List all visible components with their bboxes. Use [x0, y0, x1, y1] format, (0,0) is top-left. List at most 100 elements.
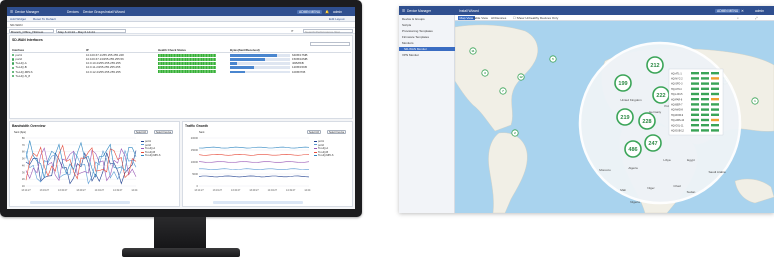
popup-device-name[interactable]: HQ-CHI-4 [671, 88, 682, 91]
bell-icon[interactable]: 🔔 [325, 10, 329, 14]
table-view-tab[interactable]: Table View [473, 16, 488, 20]
sidebar-item-monitors[interactable]: Monitors [402, 41, 414, 45]
device-filter-select[interactable]: All Devices [491, 16, 506, 20]
popup-device-name[interactable]: HQ-SFO-3 [671, 83, 683, 86]
health-indicator [701, 108, 709, 111]
legend-swatch [141, 151, 144, 153]
time-range-slider[interactable] [213, 201, 303, 204]
edit-layout-button[interactable]: Edit Layout [329, 17, 344, 21]
series-line[interactable] [198, 146, 310, 149]
monitor: ☰ Device Manager Devices Device Groups I… [0, 0, 362, 258]
health-indicator [701, 118, 709, 122]
app-title[interactable]: Device Manager [15, 10, 39, 14]
y-tick-label: 0 [197, 184, 199, 188]
health-indicator [711, 108, 719, 111]
legend-swatch [141, 144, 144, 146]
legend-swatch [141, 140, 144, 142]
time-range-slider[interactable] [30, 201, 130, 204]
popup-device-name[interactable]: HQ-MAD-8 [671, 109, 683, 112]
sidebar-item-scripts[interactable]: Scripts [402, 23, 411, 27]
popup-device-name[interactable]: HQ-BER-7 [671, 104, 683, 107]
date-range-picker[interactable]: May 6 13:24 - May 6 14:24 [56, 28, 126, 34]
panel-search-input[interactable] [310, 42, 350, 46]
select-inverse-button[interactable]: Select Inverse [327, 130, 347, 134]
cluster-count: 12 [519, 75, 523, 79]
popup-device-name[interactable]: HQ-NYC-2 [671, 78, 683, 81]
sidebar-item-vpn-monitor[interactable]: VPN Monitor [402, 53, 419, 57]
health-indicator [691, 129, 699, 132]
unhealthy-only-checkbox[interactable]: ☐ Show Unhealthy Devices Only [513, 16, 558, 20]
sidebar-item-sdwan-monitor[interactable]: SD-WAN Monitor [399, 46, 455, 52]
popup-device-name[interactable]: HQ-LON-5 [671, 93, 683, 96]
popup-device-name[interactable]: HQ-DUB-12 [671, 130, 685, 133]
x-tick-label: 14:04:27 [95, 189, 105, 192]
reset-default-button[interactable]: Reset To Default [33, 17, 56, 21]
select-all-button[interactable]: Select All [134, 130, 148, 134]
select-all-button[interactable]: Select All [307, 130, 321, 134]
tab-install-wizard[interactable]: Install Wizard [105, 10, 125, 14]
search-icon[interactable]: ⌕ [737, 16, 739, 20]
popup-device-name[interactable]: HQ-AMS-10 [671, 119, 685, 122]
series-line[interactable] [25, 147, 137, 182]
sidebar-item-devices[interactable]: Device & Groups [402, 17, 425, 21]
popup-device-name[interactable]: HQ-ROM-9 [671, 114, 684, 117]
sidebar-item-provisioning[interactable]: Provisioning Templates [402, 29, 433, 33]
legend-item[interactable]: To-HQ-MPLS [141, 154, 160, 158]
popup-device-name[interactable]: HQ-OSL-11 [671, 124, 684, 127]
x-tick-label: 13:49:27 [76, 189, 86, 192]
health-indicator [701, 98, 709, 101]
menu-icon[interactable]: ☰ [10, 10, 13, 14]
monitor-stand-neck [154, 217, 206, 251]
user-menu[interactable]: admin [755, 9, 764, 13]
x-tick-label: 14:04:27 [268, 189, 278, 192]
search-input[interactable]: Search Performance Stat [303, 28, 353, 34]
user-menu[interactable]: admin [333, 10, 342, 14]
table-row[interactable]: To-HQ-N_8 [12, 74, 351, 78]
health-indicator [691, 77, 699, 80]
place-label: Germany [649, 110, 662, 114]
admin-menu-badge[interactable]: ADMIN MENU [715, 8, 741, 13]
health-indicator [701, 113, 709, 116]
install-wizard-link[interactable]: Install Wizard [459, 9, 479, 13]
place-label: Chad [673, 184, 681, 188]
monitor-bezel: ☰ Device Manager Devices Device Groups I… [0, 0, 362, 217]
legend-label: To-HQ-MPLS [145, 154, 161, 158]
legend-label: port1 [318, 140, 324, 143]
tab-devices[interactable]: Devices [67, 10, 79, 14]
health-indicator [711, 103, 719, 106]
series-line[interactable] [198, 175, 310, 178]
x-tick-label: 14:19:27 [113, 189, 123, 192]
refresh-icon[interactable]: ⟳ [291, 29, 294, 33]
tab-device-groups[interactable]: Device Groups [83, 10, 105, 14]
series-line[interactable] [199, 168, 310, 171]
legend-item[interactable]: To-HQ-MPLS [314, 154, 333, 158]
land-australia [734, 178, 774, 204]
series-line[interactable] [198, 153, 310, 156]
x-tick-label: 14:19:27 [286, 189, 296, 192]
app-title[interactable]: Device Manager [407, 9, 431, 13]
cluster-count: 11 [471, 49, 475, 53]
bytes-bar-fill [230, 62, 238, 65]
device-select[interactable]: Branch_Office_Hillcrest [9, 28, 54, 34]
place-label: Niger [647, 186, 654, 190]
sidebar: Device & Groups Scripts Provisioning Tem… [399, 15, 455, 213]
sidebar-item-firmware[interactable]: Firmware Templates [402, 35, 429, 39]
map-canvas[interactable]: 1137125241 199212222219228486247MoroccoA… [455, 21, 774, 213]
health-indicator [711, 118, 719, 122]
health-indicator [701, 129, 709, 132]
fullscreen-icon[interactable]: ⤢ [755, 16, 757, 20]
select-inverse-button[interactable]: Select Inverse [154, 130, 174, 134]
legend-swatch [141, 155, 144, 157]
close-icon[interactable]: ✕ [741, 9, 744, 13]
popup-device-name[interactable]: HQ-PAR-6 [671, 98, 683, 101]
add-widget-button[interactable]: Add Widget [10, 17, 26, 21]
y-tick-label: 8K [22, 136, 25, 140]
admin-menu-badge[interactable]: ADMIN MENU [297, 9, 323, 14]
world-map[interactable]: 1137125241 199212222219228486247MoroccoA… [455, 21, 774, 213]
x-tick-label: 13:19:27 [213, 189, 223, 192]
popup-device-name[interactable]: HQ-ATL-1 [671, 72, 682, 75]
place-label: Morocco [599, 168, 611, 172]
top-nav-bar: ☰ Device Manager Devices Device Groups I… [7, 7, 355, 16]
health-indicator [701, 87, 709, 90]
menu-icon[interactable]: ☰ [402, 9, 405, 13]
